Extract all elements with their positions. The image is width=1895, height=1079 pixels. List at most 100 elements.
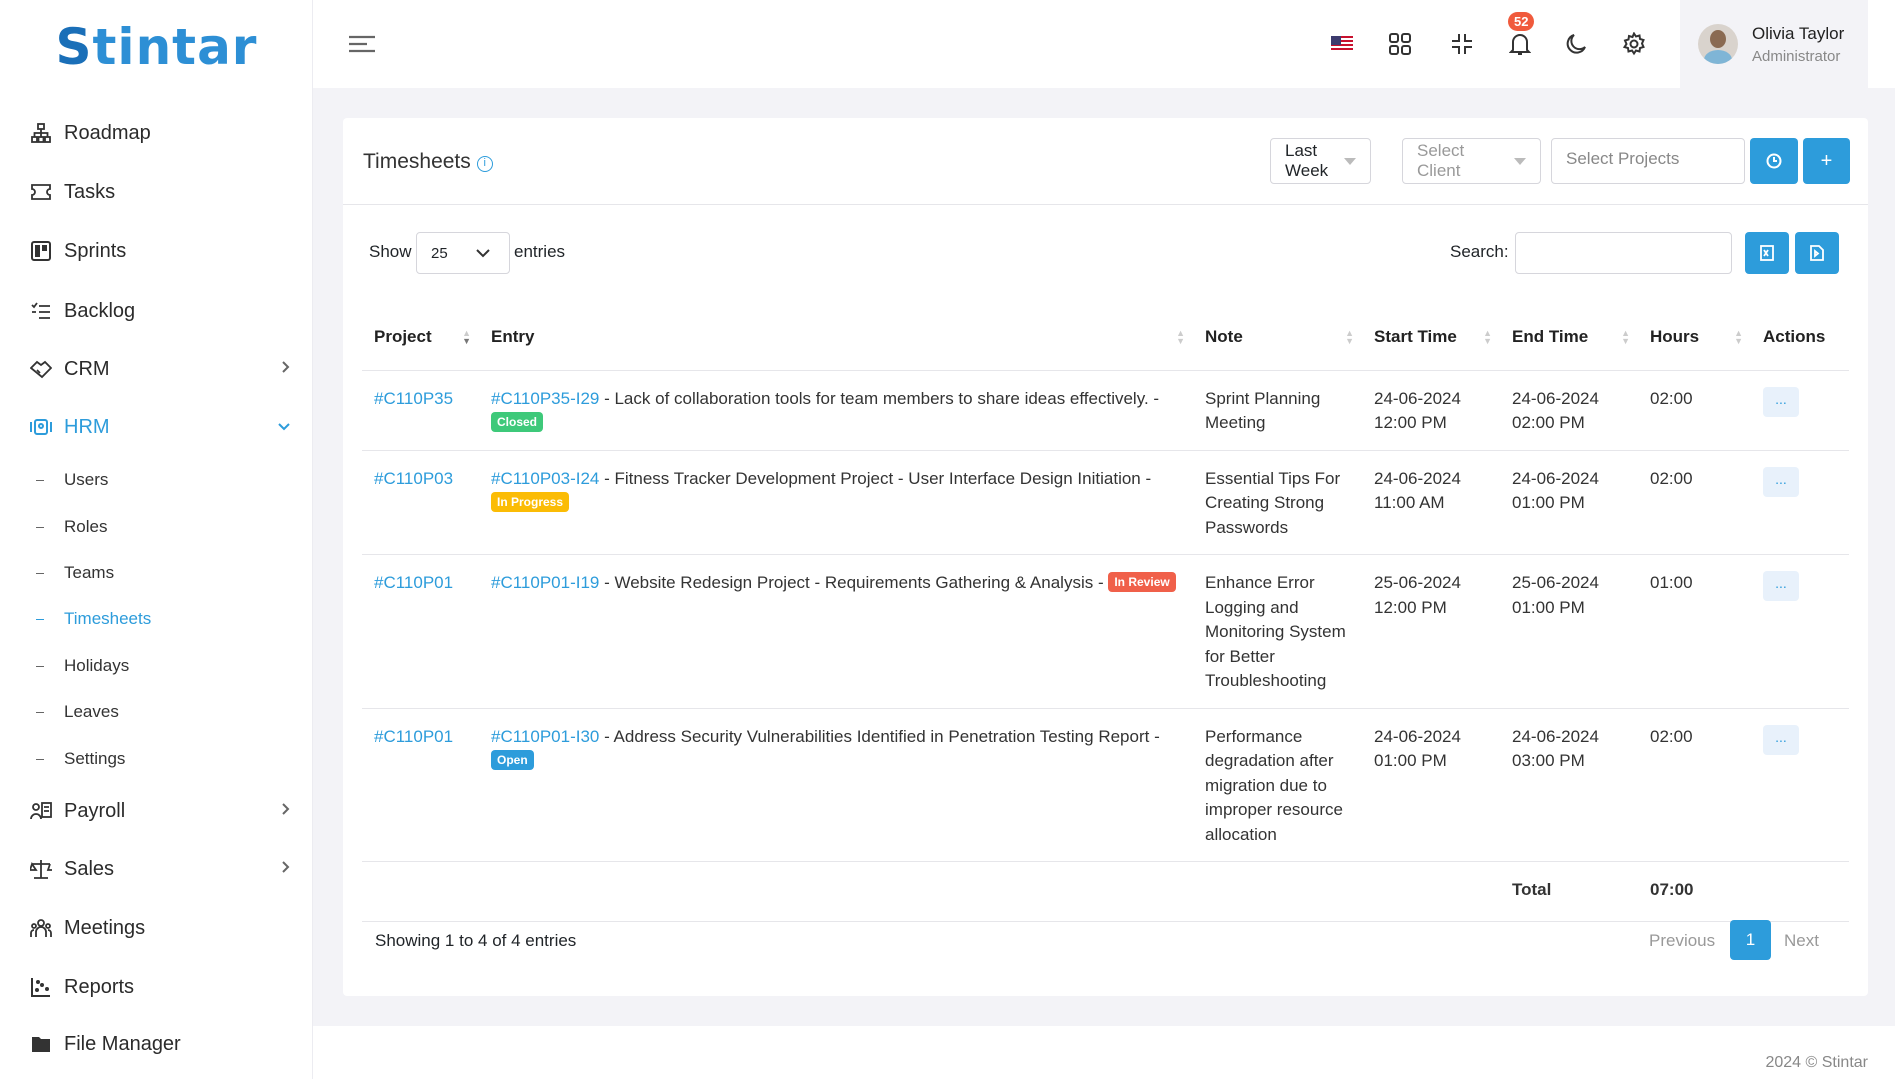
page-1-button[interactable]: 1 xyxy=(1730,920,1771,960)
sidebar-item-reports[interactable]: Reports xyxy=(30,967,290,1007)
sidebar-item-label: Sales xyxy=(64,857,115,880)
add-button[interactable]: + xyxy=(1803,138,1850,184)
period-select[interactable]: Last Week xyxy=(1270,138,1371,184)
client-select[interactable]: Select Client xyxy=(1402,138,1541,184)
table-row: #C110P03 #C110P03-I24 - Fitness Tracker D… xyxy=(362,450,1849,555)
payroll-icon xyxy=(30,800,52,822)
sidebar-item-roadmap[interactable]: Roadmap xyxy=(30,113,290,153)
sidebar-subitem-label: Timesheets xyxy=(64,609,152,628)
sidebar-subitem-roles[interactable]: Roles xyxy=(36,517,107,537)
search-input[interactable] xyxy=(1515,232,1732,274)
footer: 2024 © Stintar xyxy=(313,1026,1895,1079)
sidebar-item-file-manager[interactable]: File Manager xyxy=(30,1024,290,1064)
sidebar-subitem-settings[interactable]: Settings xyxy=(36,749,125,769)
sort-icon[interactable]: ▲ ▼ xyxy=(1345,329,1354,346)
entry-link[interactable]: #C110P01-I19 xyxy=(491,573,599,592)
sidebar-item-hrm[interactable]: HRM xyxy=(30,407,290,447)
timer-button[interactable] xyxy=(1750,138,1798,184)
sort-icon[interactable]: ▲ ▼ xyxy=(1483,329,1492,346)
note: Enhance Error Logging and Monitoring Sys… xyxy=(1193,554,1362,709)
us-flag-icon[interactable] xyxy=(1328,30,1356,58)
chevron-right-icon xyxy=(282,360,290,378)
sort-icon[interactable]: ▲ ▼ xyxy=(1734,329,1743,346)
table-row: #C110P01 #C110P01-I19 - Website Redesign … xyxy=(362,554,1849,709)
list-check-icon xyxy=(30,300,52,322)
column-header-start-time[interactable]: Start Time ▲ ▼ xyxy=(1362,304,1500,371)
column-header-end-time[interactable]: End Time ▲ ▼ xyxy=(1500,304,1638,371)
entry-link[interactable]: #C110P03-I24 xyxy=(491,469,599,488)
sidebar-item-label: File Manager xyxy=(64,1032,181,1055)
end-time: 25-06-2024 01:00 PM xyxy=(1500,554,1638,709)
sidebar-subitem-label: Users xyxy=(64,470,109,489)
sidebar-item-sprints[interactable]: Sprints xyxy=(30,231,290,271)
sidebar-item-label: Roadmap xyxy=(64,121,151,144)
compress-icon[interactable] xyxy=(1448,30,1476,58)
column-header-entry[interactable]: Entry ▲ ▼ xyxy=(479,304,1193,371)
project-link[interactable]: #C110P01 xyxy=(374,573,453,592)
sidebar-item-crm[interactable]: CRM xyxy=(30,349,290,389)
entry-text: - Lack of collaboration tools for team m… xyxy=(599,388,1160,408)
start-time: 24-06-2024 11:00 AM xyxy=(1362,450,1500,555)
show-label: Show xyxy=(369,242,412,261)
projects-select[interactable]: Select Projects xyxy=(1551,138,1745,184)
sidebar-item-sales[interactable]: Sales xyxy=(30,849,290,889)
handshake-icon xyxy=(30,358,52,380)
column-header-hours[interactable]: Hours ▲ ▼ xyxy=(1638,304,1751,371)
sidebar-subitem-holidays[interactable]: Holidays xyxy=(36,656,129,676)
gear-icon[interactable] xyxy=(1620,30,1648,58)
project-link[interactable]: #C110P35 xyxy=(374,389,453,408)
entries-select[interactable]: 25 xyxy=(416,232,510,274)
sidebar-subitem-teams[interactable]: Teams xyxy=(36,563,114,583)
actions-button[interactable]: ... xyxy=(1763,724,1799,755)
sidebar-item-tasks[interactable]: Tasks xyxy=(30,172,290,212)
export-pdf-button[interactable] xyxy=(1795,232,1839,274)
sidebar-item-meetings[interactable]: Meetings xyxy=(30,908,290,948)
folder-icon xyxy=(30,1033,52,1055)
sort-icon[interactable]: ▲ ▼ xyxy=(1621,329,1630,346)
sidebar-subitem-timesheets[interactable]: Timesheets xyxy=(36,609,151,629)
entry-link[interactable]: #C110P35-I29 xyxy=(491,389,599,408)
project-link[interactable]: #C110P01 xyxy=(374,727,453,746)
copyright: 2024 © Stintar xyxy=(1765,1054,1868,1071)
bell-icon[interactable] xyxy=(1506,30,1534,58)
menu-toggle-icon[interactable] xyxy=(348,30,376,58)
chevron-right-icon xyxy=(282,860,290,878)
moon-icon[interactable] xyxy=(1563,30,1591,58)
people-icon xyxy=(30,917,52,939)
ticket-icon xyxy=(30,181,52,203)
next-button[interactable]: Next xyxy=(1784,931,1819,951)
user-menu[interactable]: Olivia Taylor Administrator xyxy=(1680,0,1868,88)
table-row: #C110P35 #C110P35-I29 - Lack of collabora… xyxy=(362,370,1849,451)
user-role: Administrator xyxy=(1752,47,1841,65)
export-excel-button[interactable] xyxy=(1745,232,1789,274)
hours: 02:00 xyxy=(1638,708,1751,862)
id-card-icon xyxy=(30,416,52,438)
sort-icon[interactable]: ▲ ▼ xyxy=(462,329,471,346)
sidebar-item-backlog[interactable]: Backlog xyxy=(30,291,290,331)
actions-button[interactable]: ... xyxy=(1763,386,1799,417)
sidebar-item-payroll[interactable]: Payroll xyxy=(30,791,290,831)
apps-grid-icon[interactable] xyxy=(1386,30,1414,58)
sort-icon[interactable]: ▲ ▼ xyxy=(1176,329,1185,346)
sidebar-subitem-label: Settings xyxy=(64,749,126,768)
previous-button[interactable]: Previous xyxy=(1649,931,1715,951)
actions-button[interactable]: ... xyxy=(1763,466,1799,497)
dash-icon xyxy=(36,618,44,620)
column-header-note[interactable]: Note ▲ ▼ xyxy=(1193,304,1362,371)
actions-button[interactable]: ... xyxy=(1763,571,1799,601)
entry-link[interactable]: #C110P01-I30 xyxy=(491,727,599,746)
entry-text: - Website Redesign Project - Requirement… xyxy=(599,573,1109,592)
sidebar-subitem-leaves[interactable]: Leaves xyxy=(36,702,119,722)
column-header-project[interactable]: Project ▲ ▼ xyxy=(362,304,479,371)
logo[interactable]: Stintar xyxy=(0,18,313,76)
start-time: 25-06-2024 12:00 PM xyxy=(1362,554,1500,709)
info-icon[interactable]: i xyxy=(476,156,493,172)
hours: 02:00 xyxy=(1638,450,1751,555)
sidebar-item-label: Reports xyxy=(64,975,135,998)
end-time: 24-06-2024 02:00 PM xyxy=(1500,370,1638,451)
sidebar-item-label: Payroll xyxy=(64,799,126,822)
sidebar-item-label: Backlog xyxy=(64,299,136,322)
sidebar-subitem-users[interactable]: Users xyxy=(36,470,108,490)
project-link[interactable]: #C110P03 xyxy=(374,469,453,488)
header: 52 Olivia Taylor Administrator xyxy=(313,0,1895,88)
